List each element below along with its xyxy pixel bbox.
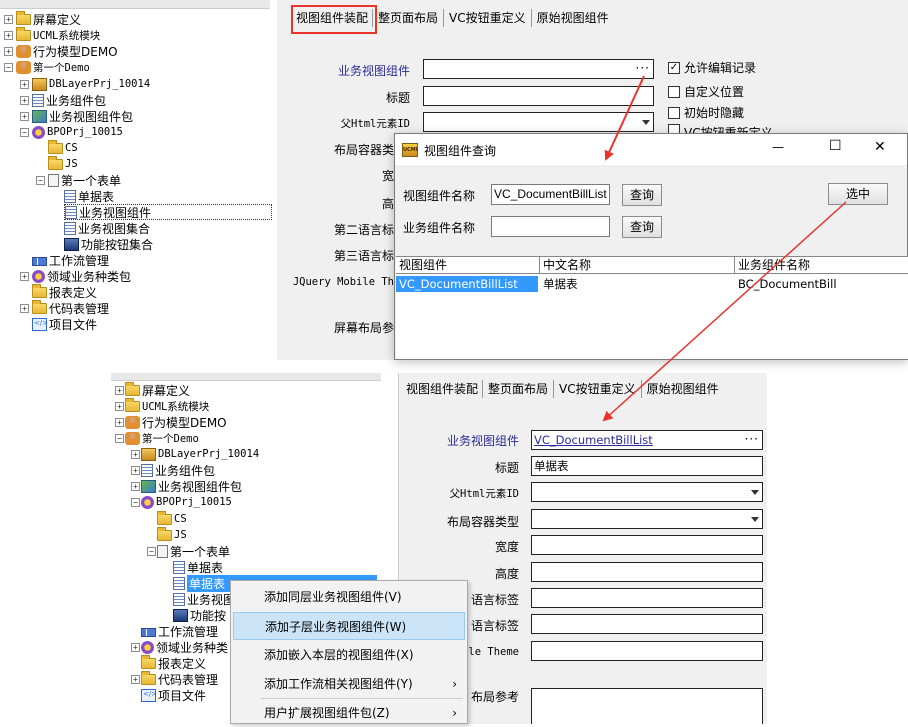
annotation-arrows — [602, 75, 847, 422]
arrow-to-dialog — [604, 75, 645, 161]
arrow-to-result — [602, 201, 847, 422]
